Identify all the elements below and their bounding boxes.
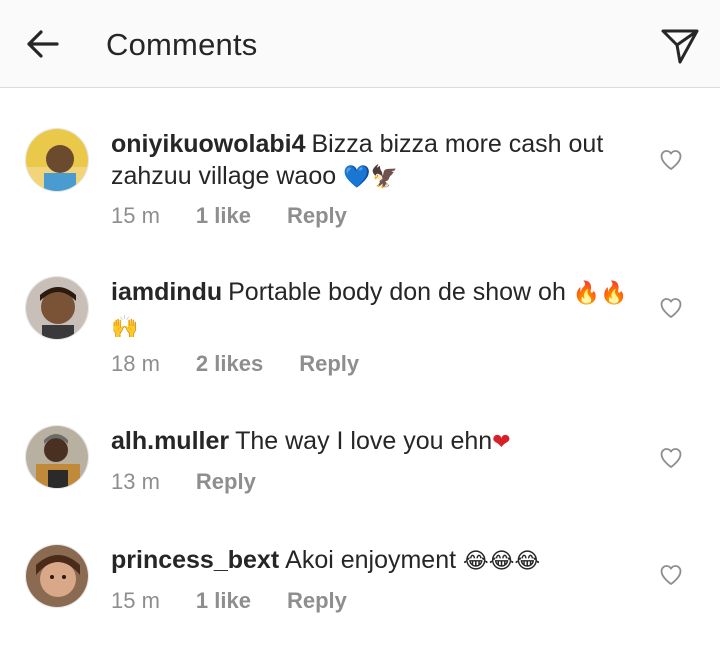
- comment-meta: 13 m Reply: [111, 469, 256, 495]
- comment-emoji: 😂😂😂: [463, 549, 541, 574]
- share-button[interactable]: [658, 24, 702, 68]
- comment-text: The way I love you ehn: [235, 427, 493, 455]
- avatar[interactable]: [25, 544, 89, 608]
- comment-text: Portable body don de show oh: [228, 278, 566, 306]
- heart-icon[interactable]: [659, 563, 683, 587]
- comment-likes[interactable]: 1 like: [196, 203, 251, 229]
- comment-emoji: 💙🦅: [343, 165, 398, 190]
- comment-text: Akoi enjoyment: [285, 546, 457, 574]
- comment-username[interactable]: iamdindu: [111, 278, 222, 306]
- comment-time: 15 m: [111, 588, 160, 613]
- reply-button[interactable]: Reply: [299, 351, 359, 377]
- reply-button[interactable]: Reply: [196, 469, 256, 495]
- avatar[interactable]: [25, 425, 89, 489]
- reply-button[interactable]: Reply: [287, 203, 347, 229]
- back-button[interactable]: [22, 24, 62, 64]
- reply-button[interactable]: Reply: [287, 588, 347, 614]
- comment-likes[interactable]: 2 likes: [196, 351, 263, 377]
- comment-username[interactable]: oniyikuowolabi4: [111, 130, 305, 158]
- comment-meta: 15 m 1 like Reply: [111, 588, 347, 614]
- page-title: Comments: [106, 27, 258, 62]
- heart-icon[interactable]: [659, 296, 683, 320]
- comment-username[interactable]: princess_bext: [111, 546, 279, 574]
- avatar[interactable]: [25, 276, 89, 340]
- comment-username[interactable]: alh.muller: [111, 427, 229, 455]
- paper-plane-icon: [661, 29, 699, 64]
- comment-time: 13 m: [111, 469, 160, 494]
- comment-time: 18 m: [111, 351, 160, 376]
- comment-emoji: ❤: [492, 430, 511, 455]
- comment-meta: 18 m 2 likes Reply: [111, 351, 359, 377]
- top-bar: Comments: [0, 0, 720, 88]
- heart-icon[interactable]: [659, 148, 683, 172]
- comment-meta: 15 m 1 like Reply: [111, 203, 347, 229]
- comment-likes[interactable]: 1 like: [196, 588, 251, 614]
- arrow-left-icon: [27, 30, 59, 58]
- comment-time: 15 m: [111, 203, 160, 228]
- heart-icon[interactable]: [659, 446, 683, 470]
- avatar[interactable]: [25, 128, 89, 192]
